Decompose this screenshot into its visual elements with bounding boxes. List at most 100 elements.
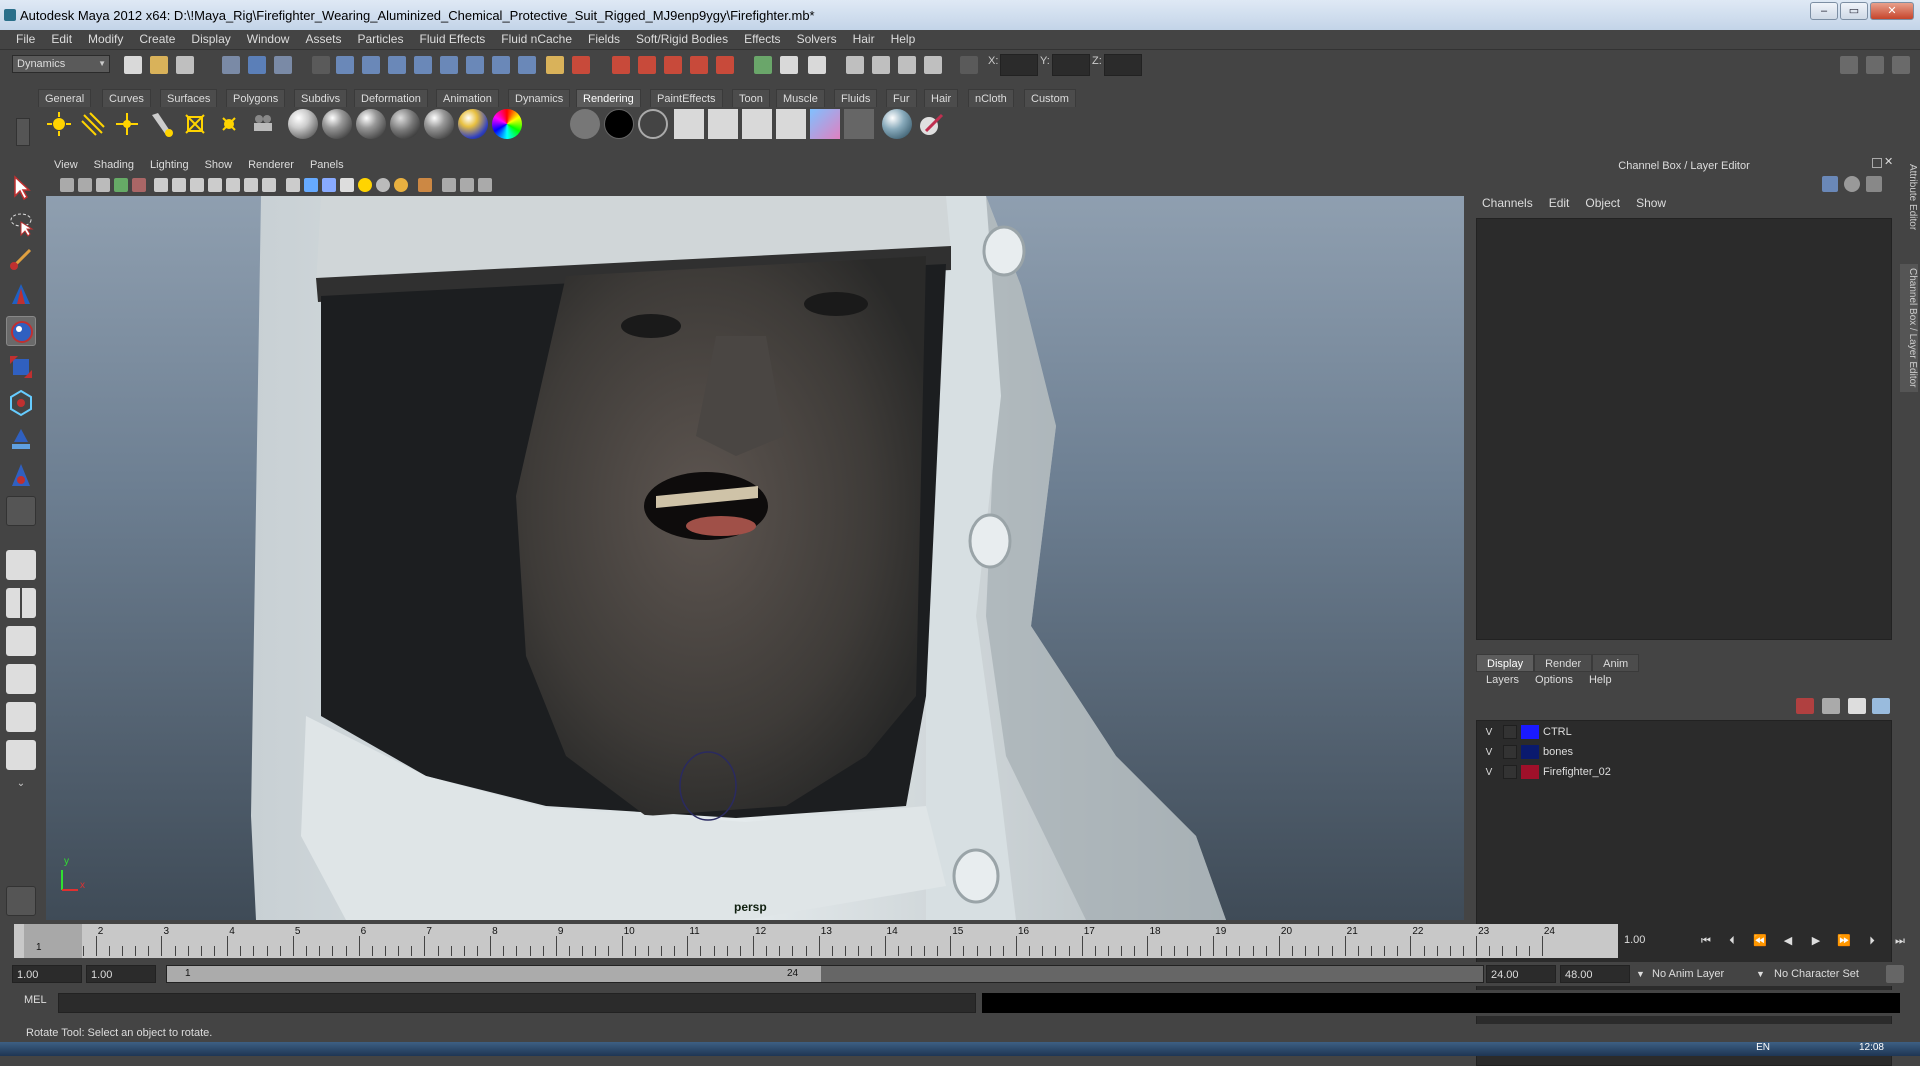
- shelf-tab-fur[interactable]: Fur: [886, 89, 917, 107]
- shelf-tab-fluids[interactable]: Fluids: [834, 89, 878, 107]
- animation-end-field[interactable]: 48.00: [1560, 965, 1630, 983]
- image-plane-icon[interactable]: [114, 178, 128, 192]
- phonge-material-icon[interactable]: [390, 109, 420, 139]
- step-back-frame-icon[interactable]: ⏴: [1722, 932, 1742, 950]
- character-set-chevron-icon[interactable]: ▼: [1756, 965, 1765, 983]
- input-ops-icon[interactable]: [754, 56, 772, 74]
- go-to-end-icon[interactable]: ⏭: [1890, 932, 1910, 950]
- time-slider[interactable]: 123456789101112131415161718192021222324: [14, 924, 1618, 958]
- transform-mode-icon[interactable]: [960, 56, 978, 74]
- tab-render[interactable]: Render: [1534, 654, 1593, 672]
- menu-file[interactable]: File: [8, 32, 43, 46]
- soft-mod-tool-icon[interactable]: [6, 424, 36, 454]
- wireframe-icon[interactable]: [286, 178, 300, 192]
- shading-icon-c[interactable]: [898, 56, 916, 74]
- ipr-icon[interactable]: [638, 56, 656, 74]
- shading-map-icon[interactable]: [638, 109, 668, 139]
- smooth-shade-icon[interactable]: [304, 178, 318, 192]
- select-camera-icon[interactable]: [60, 178, 74, 192]
- select-object-icon[interactable]: [248, 56, 266, 74]
- paint-brush-icon[interactable]: [916, 109, 946, 139]
- menu-fluid-ncache[interactable]: Fluid nCache: [493, 32, 580, 46]
- render-settings-icon[interactable]: [492, 56, 510, 74]
- render-settings-shelf-icon[interactable]: [776, 109, 806, 139]
- point-light-icon[interactable]: [112, 109, 142, 139]
- render-frame-icon[interactable]: [612, 56, 630, 74]
- volume-light-icon[interactable]: [214, 109, 244, 139]
- hand-tool-icon[interactable]: [6, 886, 36, 916]
- shelf-tab-ncloth[interactable]: nCloth: [968, 89, 1014, 107]
- ipr-render-current-frame-icon[interactable]: [708, 109, 738, 139]
- spot-light-icon[interactable]: [146, 109, 176, 139]
- menu-modify[interactable]: Modify: [80, 32, 131, 46]
- panel-menu-view[interactable]: View: [46, 159, 86, 171]
- layer-menu-layers[interactable]: Layers: [1478, 674, 1527, 692]
- layer-visibility-toggle[interactable]: V: [1481, 767, 1497, 778]
- ipr-render-icon[interactable]: [572, 56, 590, 74]
- show-objects-icon[interactable]: [780, 56, 798, 74]
- x-field[interactable]: [1000, 54, 1038, 76]
- save-scene-icon[interactable]: [176, 56, 194, 74]
- shelf-tab-toon[interactable]: Toon: [732, 89, 770, 107]
- single-perspective-layout-icon[interactable]: [6, 550, 36, 580]
- blinn-material-icon[interactable]: [288, 109, 318, 139]
- use-background-icon[interactable]: [604, 109, 634, 139]
- menu-solvers[interactable]: Solvers: [789, 32, 845, 46]
- channel-box-area[interactable]: [1476, 218, 1892, 640]
- anim-layer-dropdown[interactable]: No Anim Layer: [1652, 965, 1724, 983]
- snap-view-plane-icon[interactable]: [414, 56, 432, 74]
- layer-name[interactable]: CTRL: [1543, 726, 1572, 738]
- make-live-icon[interactable]: [440, 56, 458, 74]
- playback-end-field[interactable]: 24.00: [1486, 965, 1556, 983]
- shelf-tab-dynamics[interactable]: Dynamics: [508, 89, 571, 107]
- go-to-start-icon[interactable]: ⏮: [1696, 932, 1716, 950]
- layer-row[interactable]: V CTRL: [1481, 723, 1885, 741]
- shelf-tab-curves[interactable]: Curves: [102, 89, 151, 107]
- range-slider-handle[interactable]: [167, 966, 821, 982]
- bookmarks-icon[interactable]: [96, 178, 110, 192]
- shelf-tab-subdivs[interactable]: Subdivs: [294, 89, 348, 107]
- snap-grid-icon[interactable]: [336, 56, 354, 74]
- help-icon[interactable]: [518, 56, 536, 74]
- shading-icon-b[interactable]: [872, 56, 890, 74]
- select-tool-icon[interactable]: [6, 172, 36, 202]
- character-set-dropdown[interactable]: No Character Set: [1774, 965, 1859, 983]
- layer-type-toggle[interactable]: [1503, 765, 1517, 779]
- xray-joints-icon[interactable]: [460, 178, 474, 192]
- shelf-tab-muscle[interactable]: Muscle: [776, 89, 825, 107]
- shelf-tab-animation[interactable]: Animation: [436, 89, 499, 107]
- camera-aim-icon[interactable]: [248, 109, 278, 139]
- animation-start-field[interactable]: 1.00: [12, 965, 82, 983]
- render-region-icon[interactable]: [808, 56, 826, 74]
- panel-menu-show[interactable]: Show: [197, 159, 241, 171]
- step-back-key-icon[interactable]: ⏪: [1750, 932, 1770, 950]
- layer-name[interactable]: bones: [1543, 746, 1573, 758]
- lambert-material-icon[interactable]: [322, 109, 352, 139]
- layer-color-swatch[interactable]: [1521, 745, 1539, 759]
- create-empty-layer-icon[interactable]: [1822, 698, 1840, 714]
- anisotropic-material-icon[interactable]: [424, 109, 454, 139]
- perspective-viewport[interactable]: y x persp: [46, 196, 1464, 920]
- snap-curve-icon[interactable]: [362, 56, 380, 74]
- current-time-marker[interactable]: 1: [24, 924, 82, 958]
- close-panel-icon[interactable]: ✕: [1884, 156, 1896, 168]
- float-panel-icon[interactable]: [1872, 158, 1882, 168]
- minimize-button[interactable]: –: [1810, 2, 1838, 20]
- panel-menu-renderer[interactable]: Renderer: [240, 159, 302, 171]
- shelf-tab-deformation[interactable]: Deformation: [354, 89, 428, 107]
- phong-material-icon[interactable]: [356, 109, 386, 139]
- playback-start-field[interactable]: 1.00: [86, 965, 156, 983]
- preferences-icon[interactable]: [1886, 965, 1904, 983]
- attribute-editor-side-tab[interactable]: Attribute Editor: [1900, 160, 1918, 234]
- maximize-button[interactable]: ▭: [1840, 2, 1868, 20]
- move-layer-icon[interactable]: [1796, 698, 1814, 714]
- wireframe-on-shaded-icon[interactable]: [322, 178, 336, 192]
- snap-point-icon[interactable]: [388, 56, 406, 74]
- panel-menu-panels[interactable]: Panels: [302, 159, 352, 171]
- menu-window[interactable]: Window: [239, 32, 298, 46]
- layer-type-toggle[interactable]: [1503, 725, 1517, 739]
- command-input[interactable]: [58, 993, 976, 1013]
- play-backwards-icon[interactable]: ◀: [1778, 932, 1798, 950]
- show-manipulator-icon[interactable]: [6, 460, 36, 490]
- menu-fields[interactable]: Fields: [580, 32, 628, 46]
